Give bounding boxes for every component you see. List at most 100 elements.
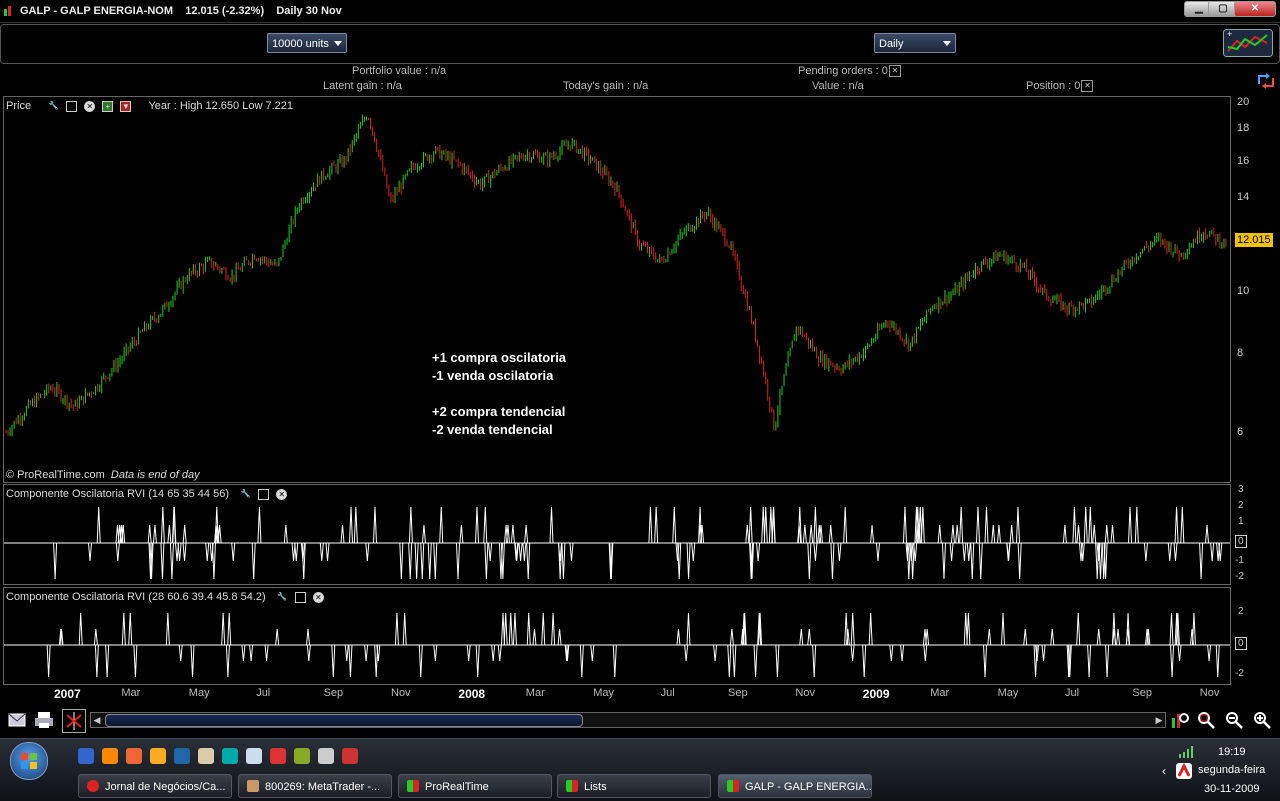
window-icon[interactable] [66,100,78,112]
latent-gain: Latent gain : n/a [323,80,402,92]
print-icon[interactable] [34,711,54,729]
t-app-icon[interactable] [222,748,238,764]
oscillator-spike [551,612,556,646]
add-indicator-icon[interactable]: + [102,100,114,112]
price-ytick: 16 [1237,155,1250,167]
osc1-ytick: 3 [1238,484,1244,495]
oscillator-spike [807,628,812,646]
notepad-icon[interactable] [150,748,166,764]
price-chart[interactable] [4,97,1230,482]
start-button[interactable] [10,742,48,780]
osc1-header: Componente Oscilatoria RVI (14 65 35 44 … [6,488,288,500]
oscillator-spike [557,628,562,646]
oscillator-spike [483,506,488,544]
antivirus-icon[interactable] [1176,763,1192,779]
oscillator-panel-1[interactable]: Componente Oscilatoria RVI (14 65 35 44 … [3,484,1231,585]
oscillator-spike [978,542,983,580]
zoom-area-icon[interactable] [1196,710,1216,730]
folder-icon[interactable] [198,748,214,764]
oscillator-spike [966,542,971,562]
scroll-left-icon[interactable]: ◀ [91,713,103,727]
oscillator-spike [590,644,595,662]
units-select[interactable]: 10000 units [267,33,347,53]
drop-icon[interactable] [246,748,262,764]
ie-icon[interactable] [102,748,118,764]
oscillator-spike [402,612,407,646]
oscillator-spike [147,524,152,544]
osc1-ytick: 1 [1238,516,1244,527]
signal-icon [1179,746,1193,758]
taskbar-item-metatrader[interactable]: 800269: MetaTrader -... [238,774,392,798]
oscillator-spike [331,644,336,678]
close-icon[interactable]: ✕ [84,100,96,112]
move-down-icon[interactable]: ▼ [120,100,132,112]
taskbar-item-lists[interactable]: Lists [557,774,711,798]
price-panel-name: Price [6,100,32,112]
b-app-icon[interactable] [174,748,190,764]
app-chart-icon [4,6,11,16]
scrollbar-thumb[interactable] [105,714,583,727]
oscillator-spike [1143,542,1148,562]
oscillator-spike [763,506,768,544]
swap-arrows-icon[interactable] [1256,72,1276,90]
price-panel[interactable]: Price 🔧 ✕ + ▼ Year : High 12.650 Low 7.2… [3,96,1231,483]
antivirus-icon[interactable] [270,748,286,764]
zoom-in-icon[interactable] [1252,710,1272,730]
oscillator-spike [524,524,529,544]
close-icon[interactable]: ✕ [888,65,901,78]
taskbar-item-browser[interactable]: Jornal de Negócios/Ca... [78,774,232,798]
close-icon[interactable]: ✕ [276,488,288,500]
oscillator-spike [1062,524,1067,544]
close-button[interactable]: ✕ [1234,1,1276,17]
wrench-icon[interactable]: 🔧 [48,101,59,112]
wrench-icon[interactable]: 🔧 [277,592,288,603]
zoom-fit-icon[interactable] [1170,710,1190,730]
window-icon[interactable] [294,591,306,603]
x-axis-label: Nov [391,687,411,699]
app-icon[interactable] [294,748,310,764]
clock-time: 19:19 [1218,746,1246,758]
wrench-icon[interactable]: 🔧 [240,489,251,500]
oscillator-spike [121,612,126,646]
oscillator-spike [169,542,174,580]
oscillator-spike [105,644,110,678]
close-icon[interactable]: ✕ [312,591,324,603]
oscillator-spike [227,612,232,646]
cursor-tool-button[interactable] [62,709,86,733]
oscillator-spike [955,524,960,544]
window-title: GALP - GALP ENERGIA-NOM 12.015 (-2.32%) … [20,5,342,17]
oscillator-spike [88,542,93,562]
oscillator-spike [399,542,404,580]
horizontal-scrollbar[interactable]: ◀ ▶ [90,712,1166,728]
oscillator-spike [439,506,444,544]
oscillator-spike [420,542,425,580]
tray-expand-icon[interactable]: ‹ [1162,764,1166,778]
firefox-icon[interactable] [126,748,142,764]
scroll-right-icon[interactable]: ▶ [1153,713,1165,727]
order-toolbar: 10000 units Daily + [0,24,1280,64]
oscillator-spike [1023,628,1028,646]
x-axis-label: Mar [121,687,141,699]
title-bar: GALP - GALP ENERGIA-NOM 12.015 (-2.32%) … [0,0,1280,23]
oscillator-spike [484,542,489,580]
oscillator-spike [325,542,330,562]
chart-settings-icon[interactable]: + [1223,29,1273,57]
game-icon[interactable] [342,748,358,764]
period-select[interactable]: Daily [874,33,956,53]
explorer-icon[interactable] [78,748,94,764]
oscillator-spike [1167,542,1172,562]
taskbar-item-prorealtime[interactable]: ProRealTime [398,774,552,798]
oscillator-spike [1218,542,1223,562]
mail-icon[interactable] [8,713,26,727]
taskbar-item-label: Lists [584,781,607,793]
close-icon[interactable]: ✕ [1081,80,1094,93]
zoom-out-icon[interactable] [1224,710,1244,730]
window-icon[interactable] [258,488,270,500]
tool-icon[interactable] [318,748,334,764]
price-panel-header: Price 🔧 ✕ + ▼ Year : High 12.650 Low 7.2… [6,100,293,112]
position-value: Value : n/a [812,80,864,92]
prorealtime-icon [407,780,419,792]
x-axis-label: May [997,687,1019,699]
oscillator-panel-2[interactable]: Componente Oscilatoria RVI (28 60.6 39.4… [3,587,1231,685]
taskbar-item-galp[interactable]: GALP - GALP ENERGIA... [718,774,872,798]
